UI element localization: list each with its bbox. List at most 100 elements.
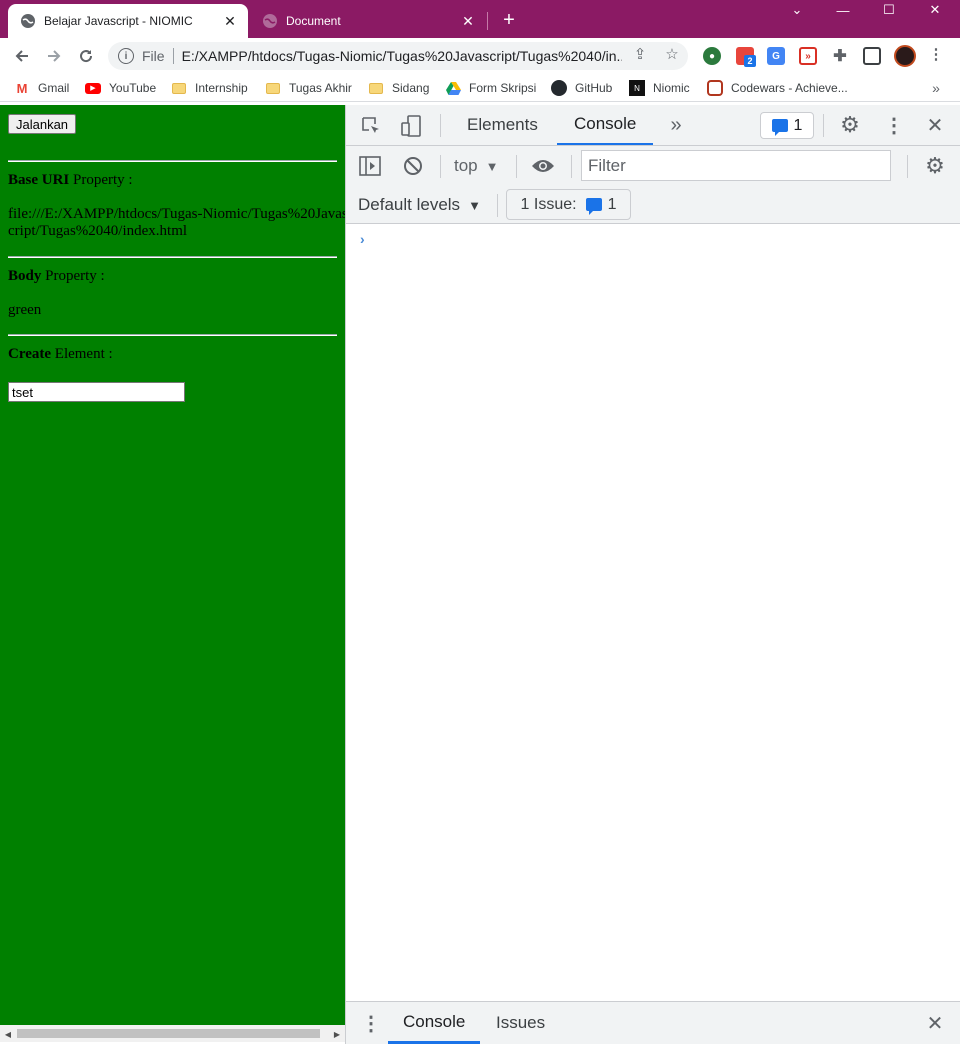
message-icon [771,119,788,136]
tab-elements[interactable]: Elements [467,105,538,145]
bookmark-sidang[interactable]: Sidang [368,79,429,97]
close-icon[interactable]: ✕ [922,112,948,138]
filter-input[interactable] [581,150,891,181]
back-button[interactable] [8,42,36,70]
scroll-right-icon[interactable]: ▶ [332,1029,342,1039]
side-panel-icon[interactable] [863,47,881,65]
bookmark-tugas-akhir[interactable]: Tugas Akhir [265,79,352,97]
tab-title: Belajar Javascript - NIOMIC [44,14,193,28]
github-icon [551,80,567,96]
console-prompt-icon[interactable]: › [360,231,365,247]
bookmark-gmail[interactable]: M Gmail [14,79,70,97]
new-tab-button[interactable]: + [496,7,522,33]
info-icon[interactable]: i [118,48,134,64]
kebab-menu-icon[interactable]: ⋮ [881,112,907,138]
sidebar-toggle-icon[interactable] [357,153,383,179]
close-tab-icon[interactable]: ✕ [220,11,240,31]
close-drawer-icon[interactable]: ✕ [922,1010,948,1036]
tab-console[interactable]: Console [557,105,654,145]
console-toolbar-secondary: Default levels ▼ 1 Issue: 1 [346,186,960,224]
close-window-button[interactable]: ✕ [912,0,958,20]
bookmark-label: Tugas Akhir [289,81,352,95]
bookmark-label: Form Skripsi [469,81,537,95]
divider [8,256,337,258]
tab-title: Document [286,14,341,28]
drawer-tab-console[interactable]: Console [388,1002,481,1044]
drawer-menu-icon[interactable]: ⋮ [358,1010,384,1036]
more-tabs-icon[interactable]: » [663,112,689,138]
console-settings-gear-icon[interactable]: ⚙ [922,153,948,179]
tab-separator [487,12,488,30]
device-toolbar-icon[interactable] [398,113,424,139]
bookmark-internship[interactable]: Internship [171,79,248,97]
tab-belajar-javascript[interactable]: Belajar Javascript - NIOMIC ✕ [8,4,248,38]
divider [907,155,908,178]
body-value: green [8,302,42,318]
base-uri-value: file:///E:/XAMPP/htdocs/Tugas-Niomic/Tug… [8,206,345,239]
chevron-down-icon[interactable]: ⌄ [774,0,820,20]
reload-button[interactable] [72,42,100,70]
minimize-button[interactable]: — [820,0,866,20]
chevron-right-icon[interactable]: » [926,78,946,98]
divider [8,334,337,336]
codewars-icon [707,80,723,96]
puzzle-icon[interactable]: ✚ [831,47,849,65]
extension-todo-icon[interactable]: 2 [736,47,756,67]
divider [516,155,517,178]
context-select[interactable]: top ▼ [454,154,499,178]
divider [571,155,572,178]
clear-console-icon[interactable] [400,153,426,179]
bookmark-form-skripsi[interactable]: Form Skripsi [445,79,536,97]
folder-icon [265,80,281,96]
message-icon [585,198,602,215]
url-text[interactable]: E:/XAMPP/htdocs/Tugas-Niomic/Tugas%20Jav… [182,48,622,64]
bookmark-label: GitHub [575,81,613,95]
tab-document[interactable]: Document ✕ [250,4,486,38]
gear-icon[interactable]: ⚙ [837,112,863,138]
bookmark-github[interactable]: GitHub [551,79,612,97]
maximize-button[interactable]: ☐ [866,0,912,20]
url-scheme: File [142,48,165,64]
video-speed-icon[interactable]: » [799,47,817,65]
devtools-panel: Elements Console » 1 ⚙ ⋮ ✕ top ▼ ⚙ [345,105,960,1044]
google-translate-icon[interactable]: G [767,47,785,65]
folder-icon [171,80,187,96]
eye-icon[interactable] [530,153,556,179]
drive-icon [445,80,461,96]
gmail-icon: M [16,80,28,96]
address-bar[interactable]: i File E:/XAMPP/htdocs/Tugas-Niomic/Tuga… [108,42,688,70]
inspect-element-icon[interactable] [358,113,384,139]
base-uri-heading: Base URI Property : [8,172,133,188]
divider [440,114,441,137]
bookmark-codewars[interactable]: Codewars - Achieve... [707,79,848,97]
avatar[interactable] [894,45,916,67]
browser-toolbar: i File E:/XAMPP/htdocs/Tugas-Niomic/Tuga… [0,38,960,74]
issues-label: 1 Issue: [520,195,577,213]
extension-globe-icon[interactable]: ● [703,47,721,65]
share-icon[interactable]: ⇪ [630,44,650,64]
star-icon[interactable]: ☆ [662,44,682,64]
tab-strip: Belajar Javascript - NIOMIC ✕ Document ✕… [0,0,960,38]
bookmark-label: Gmail [38,81,70,95]
close-tab-icon[interactable]: ✕ [458,11,478,31]
youtube-icon: ▶ [85,80,101,96]
issues-counter-button[interactable]: 1 [760,112,814,139]
scroll-left-icon[interactable]: ◀ [3,1029,13,1039]
kebab-menu-icon[interactable]: ⋮ [926,44,946,64]
scrollbar-thumb[interactable] [17,1029,320,1038]
log-levels-label: Default levels [358,195,461,214]
horizontal-scrollbar[interactable]: ◀ ▶ [0,1025,345,1042]
console-output[interactable]: › [346,224,960,1001]
forward-button[interactable] [40,42,68,70]
bookmark-label: Sidang [392,81,430,95]
log-levels-dropdown[interactable]: Default levels ▼ [358,192,481,218]
divider [497,194,498,217]
bookmark-niomic[interactable]: N Niomic [629,79,690,97]
globe-icon [262,13,278,29]
drawer-tab-issues[interactable]: Issues [496,1002,545,1044]
issues-button[interactable]: 1 Issue: 1 [506,189,631,220]
folder-icon [368,80,384,96]
bookmark-youtube[interactable]: ▶ YouTube [85,79,156,97]
created-input[interactable] [8,382,185,402]
run-button[interactable]: Jalankan [8,114,77,134]
